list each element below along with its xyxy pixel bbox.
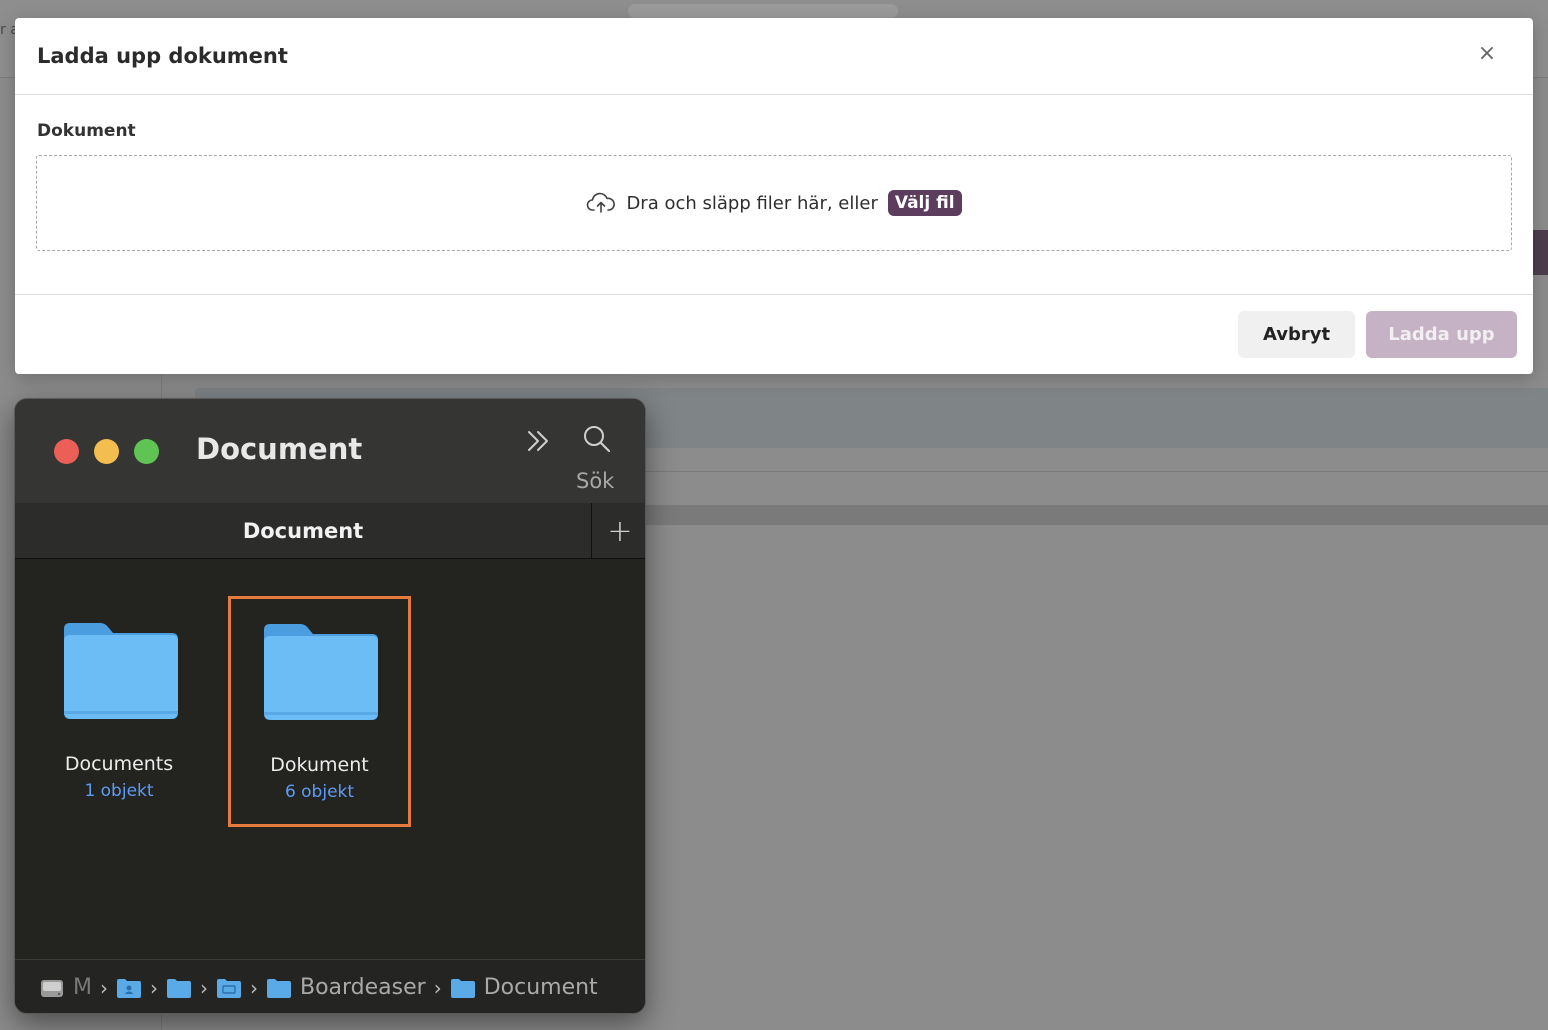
upload-modal: Ladda upp dokument × Dokument Dra och sl… bbox=[15, 18, 1533, 374]
add-tab-button[interactable]: + bbox=[593, 503, 645, 559]
modal-header: Ladda upp dokument × bbox=[15, 18, 1533, 95]
path-segment-disk[interactable]: M bbox=[39, 975, 92, 1000]
folder-icon bbox=[64, 623, 178, 719]
chevron-right-icon: › bbox=[99, 975, 108, 1000]
path-label-document: Document bbox=[483, 975, 598, 1000]
path-segment-document[interactable]: Document bbox=[450, 975, 598, 1000]
dropzone-text: Dra och släpp filer här, eller bbox=[626, 192, 878, 214]
path-segment-boardeaser[interactable]: Boardeaser bbox=[266, 975, 426, 1000]
folder-icon bbox=[266, 978, 291, 998]
finder-toolbar: Document Sök bbox=[15, 399, 645, 503]
chevron-double-right-icon[interactable] bbox=[523, 425, 555, 457]
finder-tab-bar: Document + bbox=[15, 503, 645, 559]
backdrop-table-header bbox=[620, 505, 1548, 525]
folder-name: Documents bbox=[64, 753, 174, 775]
backdrop-search-pill bbox=[628, 4, 898, 18]
search-label: Sök bbox=[576, 469, 615, 493]
hard-disk-icon bbox=[41, 979, 63, 997]
path-bar: M › › › › Boardeaser › Document bbox=[15, 959, 645, 1013]
zoom-window-button[interactable] bbox=[134, 439, 159, 464]
folder-count: 6 objekt bbox=[284, 782, 355, 802]
folder-name: Dokument bbox=[270, 754, 369, 776]
chevron-right-icon: › bbox=[149, 975, 158, 1000]
finder-title: Document bbox=[196, 432, 363, 466]
choose-file-button[interactable]: Välj fil bbox=[887, 190, 962, 216]
folder-count: 1 objekt bbox=[84, 781, 154, 801]
disk-label: M bbox=[73, 975, 92, 1000]
chevron-right-icon: › bbox=[433, 975, 442, 1000]
finder-window: Document Sök Document + Documents 1 obje… bbox=[14, 398, 646, 1014]
document-field-label: Dokument bbox=[37, 121, 136, 141]
close-icon[interactable]: × bbox=[1475, 42, 1499, 66]
modal-title: Ladda upp dokument bbox=[37, 44, 288, 68]
folder-item-documents[interactable]: Documents 1 objekt bbox=[29, 597, 209, 825]
modal-body: Dokument Dra och släpp filer här, eller … bbox=[15, 95, 1533, 295]
upload-button[interactable]: Ladda upp bbox=[1366, 311, 1517, 358]
chevron-right-icon: › bbox=[199, 975, 208, 1000]
chevron-right-icon: › bbox=[249, 975, 258, 1000]
finder-content: Documents 1 objekt Dokument 6 objekt bbox=[15, 559, 645, 959]
cancel-button[interactable]: Avbryt bbox=[1238, 311, 1355, 358]
file-dropzone[interactable]: Dra och släpp filer här, eller Välj fil bbox=[36, 155, 1512, 251]
search-icon[interactable] bbox=[581, 423, 613, 455]
desktop-folder-icon[interactable] bbox=[216, 977, 242, 999]
folder-icon bbox=[264, 624, 378, 720]
cloud-upload-icon bbox=[587, 192, 616, 213]
close-window-button[interactable] bbox=[54, 439, 79, 464]
user-folder-icon[interactable] bbox=[116, 977, 142, 999]
folder-icon bbox=[450, 978, 475, 998]
backdrop-button bbox=[1533, 230, 1548, 275]
tab-document[interactable]: Document bbox=[15, 503, 592, 559]
path-label-boardeaser: Boardeaser bbox=[299, 975, 426, 1000]
modal-footer: Avbryt Ladda upp bbox=[15, 295, 1533, 373]
minimize-window-button[interactable] bbox=[94, 439, 119, 464]
folder-item-dokument[interactable]: Dokument 6 objekt bbox=[228, 596, 411, 827]
folder-icon[interactable] bbox=[166, 977, 192, 999]
